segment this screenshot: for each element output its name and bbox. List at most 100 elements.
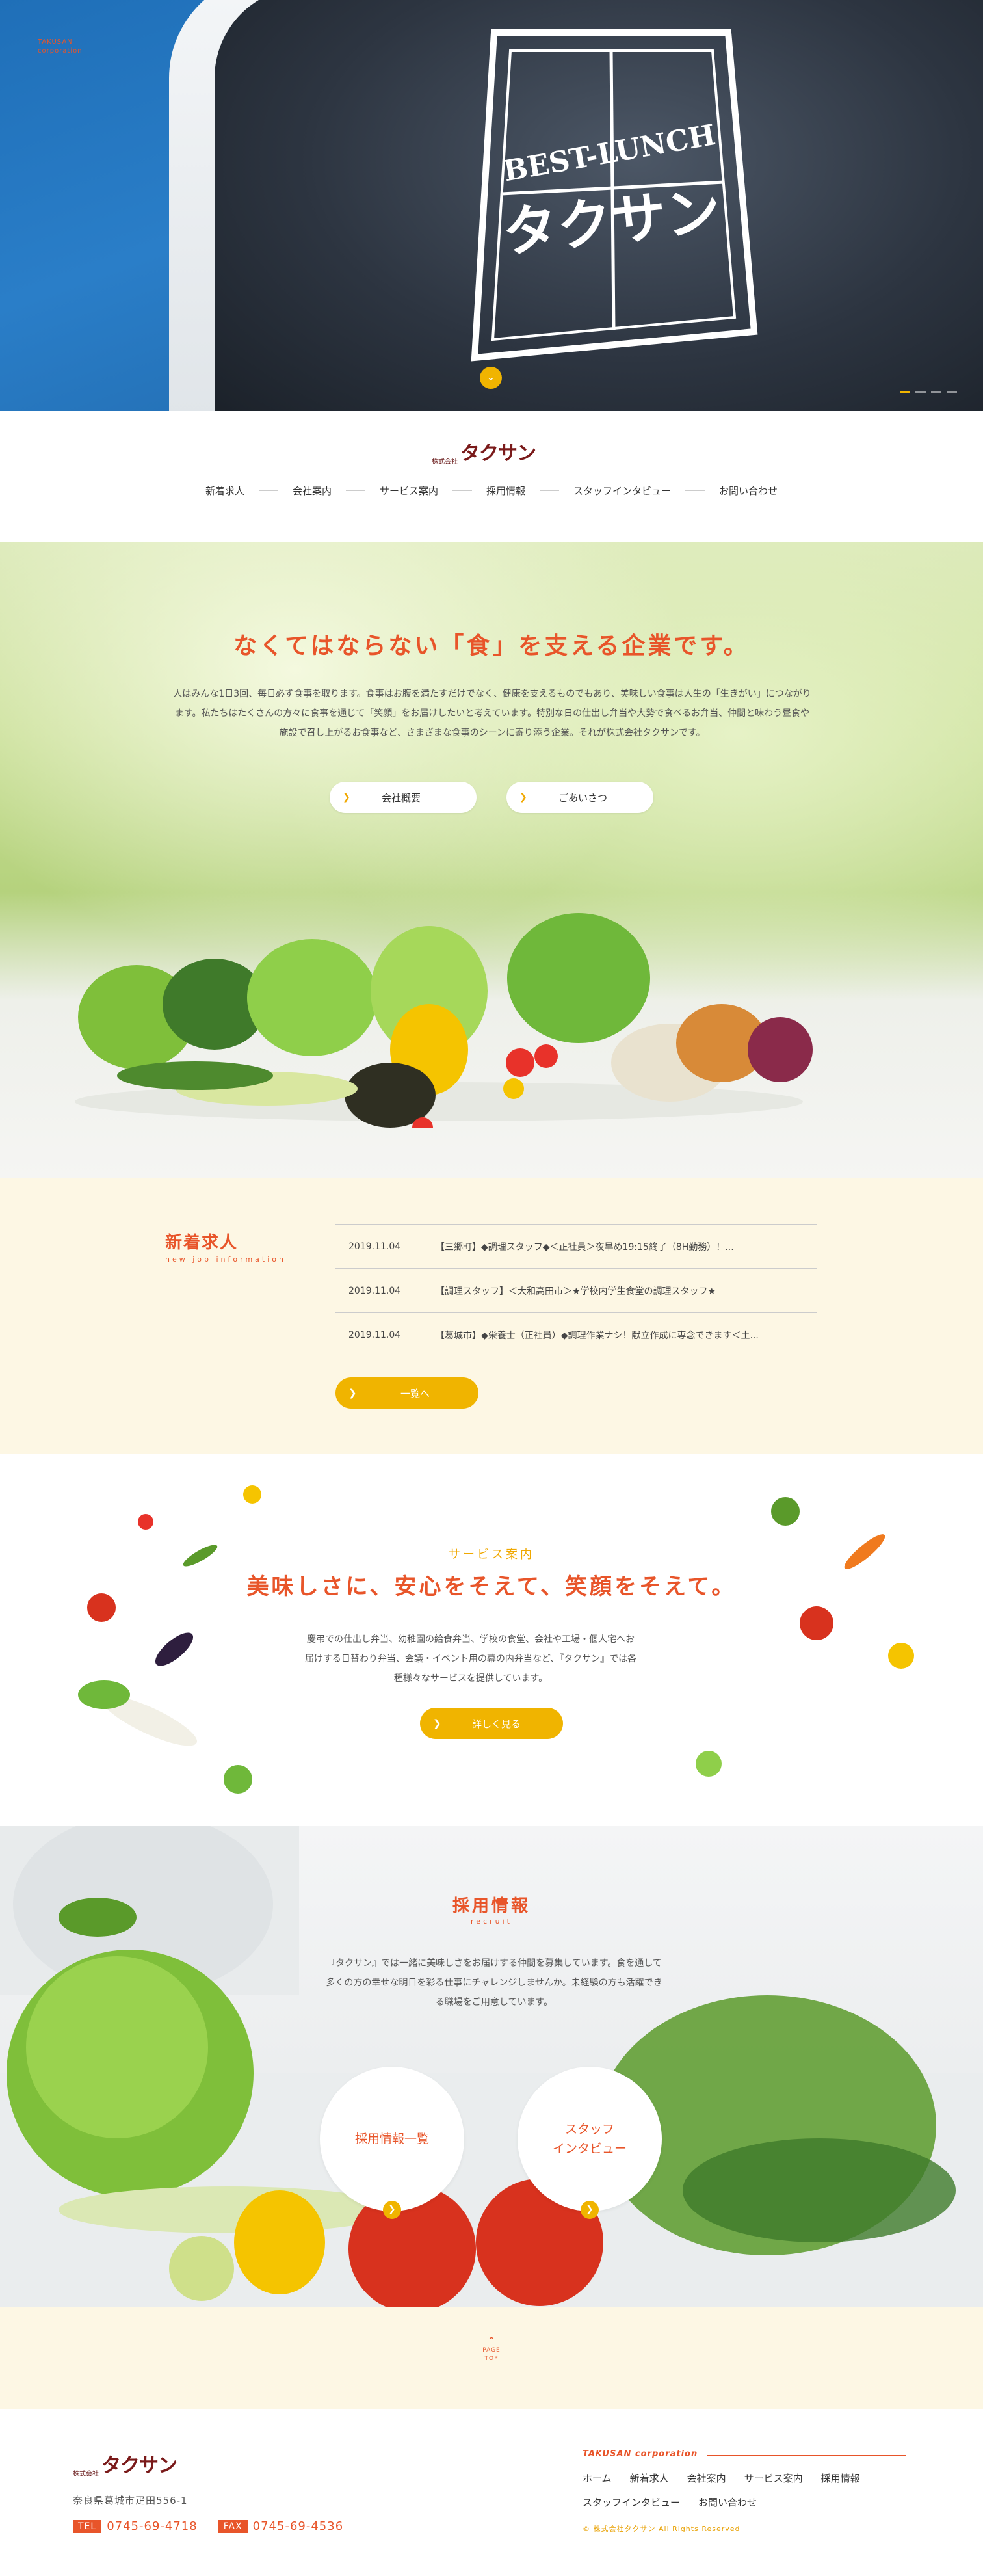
- site-header: 株式会社 タクサン 新着求人 会社案内 サービス案内 採用情報 スタッフインタビ…: [0, 411, 983, 542]
- company-overview-label: 会社概要: [382, 791, 421, 804]
- news-text: 【三郷町】◆調理スタッフ◆＜正社員＞夜早め19:15終了（8H勤務）！...: [436, 1242, 734, 1253]
- site-footer: 株式会社 タクサン 奈良県葛城市疋田556-1 TEL 0745-69-4718…: [0, 2409, 983, 2576]
- footer-logo[interactable]: 株式会社 タクサン: [73, 2449, 177, 2478]
- news-list-button[interactable]: ❯ 一覧へ: [335, 1377, 478, 1409]
- news-subtitle: new job information: [165, 1255, 286, 1264]
- scroll-down-button[interactable]: ⌄: [480, 367, 502, 389]
- service-title: 美味しさに、安心をそえて、笑顔をそえて。: [246, 1574, 737, 1600]
- greeting-button[interactable]: ❯ ごあいさつ: [506, 782, 653, 813]
- recruit-section: 採用情報 recruit 『タクサン』では一緒に美味しさをお届けする仲間を募集し…: [0, 1826, 983, 2307]
- vegetables-image: [75, 913, 813, 1128]
- fax-label: FAX: [218, 2519, 248, 2533]
- nav-divider: [345, 490, 365, 491]
- staff-interview-line2: インタビュー: [552, 2142, 627, 2156]
- footer-contact: TEL 0745-69-4718 FAX 0745-69-4536: [73, 2519, 359, 2533]
- footer-link-company[interactable]: 会社案内: [687, 2471, 726, 2485]
- best-lunch-badge: BEST-LUNCH タクサン: [471, 29, 758, 362]
- staff-interview-label: スタッフ インタビュー: [553, 2119, 627, 2158]
- news-item[interactable]: 2019.11.04 【葛城市】◆栄養士（正社員）◆調理作業ナシ！献立作成に専念…: [335, 1313, 817, 1357]
- staff-interview-line1: スタッフ: [564, 2122, 614, 2136]
- intro-text: 人はみんな1日3回、毎日必ず食事を取ります。食事はお腹を満たすだけでなく、健康を…: [173, 689, 811, 738]
- news-item[interactable]: 2019.11.04 【三郷町】◆調理スタッフ◆＜正社員＞夜早め19:15終了（…: [335, 1225, 817, 1269]
- chevron-right-icon: ❯: [433, 1718, 441, 1729]
- footer-brand: TAKUSAN corporation: [583, 2449, 698, 2459]
- fax-number: 0745-69-4536: [252, 2519, 344, 2533]
- greeting-label: ごあいさつ: [558, 791, 608, 804]
- footer-brand-divider: [707, 2455, 906, 2456]
- nav-divider: [452, 490, 472, 491]
- nav-item-service[interactable]: サービス案内: [380, 484, 438, 498]
- nav-divider: [540, 490, 560, 491]
- nav-item-contact[interactable]: お問い合わせ: [719, 484, 778, 498]
- footer-link-contact[interactable]: お問い合わせ: [698, 2495, 757, 2509]
- hero-brand-line1: TAKUSAN: [38, 38, 73, 46]
- footer-link-service[interactable]: サービス案内: [744, 2471, 803, 2485]
- slider-dot-4[interactable]: [947, 391, 957, 393]
- copyright: © 株式会社タクサン All Rights Reserved: [583, 2525, 741, 2533]
- recruit-list-label: 採用情報一覧: [354, 2132, 429, 2146]
- footer-link-recruit[interactable]: 採用情報: [821, 2471, 860, 2485]
- footer-address: 奈良県葛城市疋田556-1: [73, 2495, 188, 2506]
- page-top-section: ⌃ PAGE TOP: [0, 2307, 983, 2409]
- nav-divider: [258, 490, 278, 491]
- intro-buttons: ❯ 会社概要 ❯ ごあいさつ: [0, 782, 983, 813]
- slider-dot-3[interactable]: [931, 391, 941, 393]
- recruit-title: 採用情報: [452, 1896, 531, 1916]
- news-list-label: 一覧へ: [400, 1387, 430, 1400]
- news-item[interactable]: 2019.11.04 【調理スタッフ】＜大和高田市＞★学校内学生食堂の調理スタッ…: [335, 1269, 817, 1313]
- chevron-right-icon: ❯: [348, 1387, 357, 1399]
- new-jobs-section: 新着求人 new job information 2019.11.04 【三郷町…: [0, 1178, 983, 1454]
- page-top-label-line2: TOP: [484, 2356, 499, 2362]
- hero-brand-mark: TAKUSAN corporation: [38, 38, 83, 56]
- chevron-right-icon: ❯: [383, 2201, 401, 2219]
- news-date: 2019.11.04: [348, 1329, 401, 1340]
- tel-number[interactable]: 0745-69-4718: [107, 2519, 198, 2533]
- nav-item-company[interactable]: 会社案内: [293, 484, 332, 498]
- slider-dot-1[interactable]: [900, 391, 910, 393]
- site-logo[interactable]: 株式会社 タクサン: [432, 437, 536, 466]
- footer-logo-prefix: 株式会社: [73, 2471, 99, 2478]
- service-detail-label: 詳しく見る: [472, 1718, 521, 1730]
- news-list: 2019.11.04 【三郷町】◆調理スタッフ◆＜正社員＞夜早め19:15終了（…: [335, 1224, 817, 1357]
- logo-prefix: 株式会社: [432, 458, 458, 466]
- footer-link-staff-interview[interactable]: スタッフインタビュー: [583, 2495, 680, 2509]
- slider-pagination: [900, 391, 957, 393]
- recruit-list-button[interactable]: 採用情報一覧 ❯: [320, 2067, 464, 2219]
- service-text: 慶弔での仕出し弁当、幼稚園の給食弁当、学校の食堂、会社や工場・個人宅へお届けする…: [304, 1634, 637, 1684]
- intro-title: なくてはならない「食」を支える企業です。: [233, 633, 750, 659]
- news-date: 2019.11.04: [348, 1285, 401, 1296]
- slider-dot-2[interactable]: [915, 391, 926, 393]
- global-nav: 新着求人 会社案内 サービス案内 採用情報 スタッフインタビュー お問い合わせ: [0, 484, 983, 498]
- company-overview-button[interactable]: ❯ 会社概要: [330, 782, 477, 813]
- recruit-subtitle: recruit: [471, 1917, 512, 1926]
- badge-text: BEST-LUNCH: [501, 118, 718, 189]
- footer-nav: ホーム 新着求人 会社案内 サービス案内 採用情報 スタッフインタビュー お問い…: [583, 2471, 921, 2509]
- logo-name: タクサン: [460, 442, 536, 465]
- service-detail-button[interactable]: ❯ 詳しく見る: [420, 1708, 563, 1739]
- chevron-up-icon: ⌃: [487, 2335, 496, 2347]
- nav-item-new-jobs[interactable]: 新着求人: [205, 484, 244, 498]
- recruit-text: 『タクサン』では一緒に美味しさをお届けする仲間を募集しています。食を通して多くの…: [326, 1958, 662, 2008]
- nav-item-staff-interview[interactable]: スタッフインタビュー: [573, 484, 671, 498]
- footer-link-new-jobs[interactable]: 新着求人: [630, 2471, 669, 2485]
- chevron-right-icon: ❯: [343, 792, 350, 803]
- page-top-button[interactable]: ⌃ PAGE TOP: [478, 2336, 505, 2363]
- news-date: 2019.11.04: [348, 1241, 401, 1252]
- chevron-down-icon: ⌄: [486, 371, 495, 383]
- service-subtitle: サービス案内: [449, 1548, 534, 1561]
- footer-logo-name: タクサン: [101, 2454, 177, 2477]
- hero-brand-line2: corporation: [38, 47, 83, 55]
- footer-link-home[interactable]: ホーム: [583, 2471, 612, 2485]
- news-title: 新着求人: [165, 1233, 239, 1253]
- chevron-right-icon: ❯: [519, 792, 527, 803]
- intro-section: なくてはならない「食」を支える企業です。 人はみんな1日3回、毎日必ず食事を取り…: [0, 542, 983, 1178]
- news-text: 【葛城市】◆栄養士（正社員）◆調理作業ナシ！献立作成に専念できます＜土...: [436, 1330, 759, 1341]
- page-top-label-line1: PAGE: [482, 2347, 501, 2354]
- service-section: サービス案内 美味しさに、安心をそえて、笑顔をそえて。 慶弔での仕出し弁当、幼稚…: [0, 1454, 983, 1826]
- news-text: 【調理スタッフ】＜大和高田市＞★学校内学生食堂の調理スタッフ★: [436, 1286, 716, 1297]
- tel-label: TEL: [73, 2519, 102, 2533]
- nav-divider: [685, 490, 705, 491]
- hero-slider: BEST-LUNCH タクサン TAKUSAN corporation ⌄: [0, 0, 983, 411]
- staff-interview-button[interactable]: スタッフ インタビュー ❯: [518, 2067, 662, 2219]
- nav-item-recruit[interactable]: 採用情報: [486, 484, 525, 498]
